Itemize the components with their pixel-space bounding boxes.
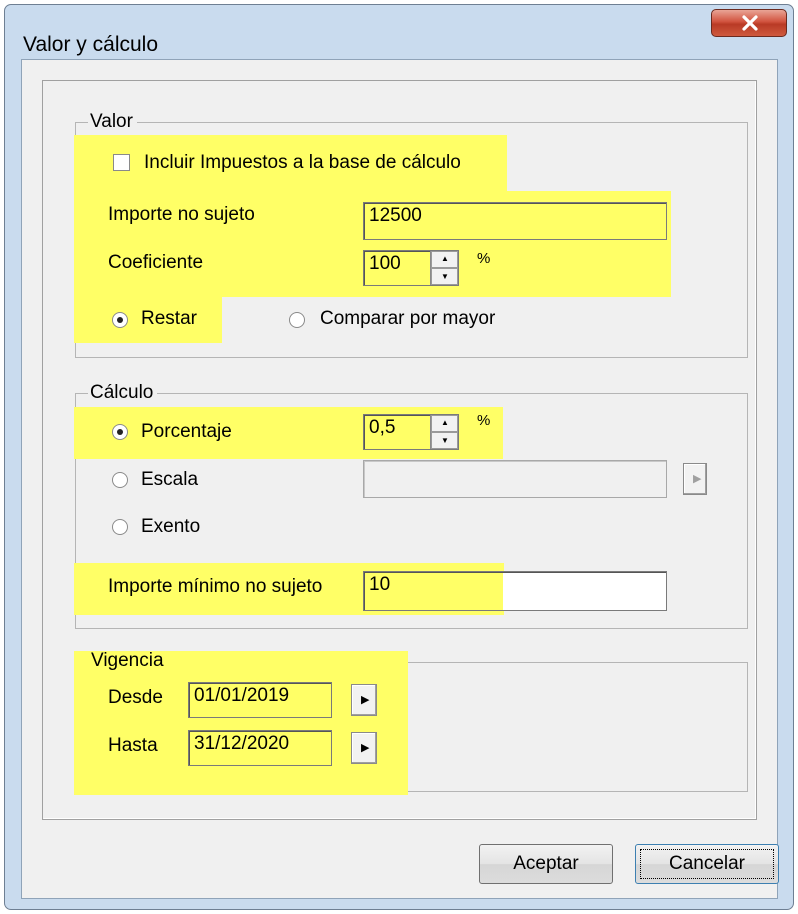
comparar-label: Comparar por mayor — [320, 308, 496, 329]
spin-down-icon: ▼ — [441, 436, 449, 445]
porcentaje-label: Porcentaje — [141, 421, 232, 442]
coeficiente-label: Coeficiente — [108, 252, 204, 273]
spin-down-icon: ▼ — [441, 272, 449, 281]
spin-up-icon: ▲ — [441, 254, 449, 263]
hasta-picker-button[interactable]: ▶ — [351, 732, 377, 764]
close-icon — [742, 15, 758, 31]
triangle-right-icon: ▶ — [361, 742, 370, 754]
importe-no-sujeto-label: Importe no sujeto — [108, 204, 255, 225]
accept-button[interactable]: Aceptar — [479, 844, 613, 884]
valor-legend: Valor — [88, 111, 137, 133]
minimo-input[interactable]: 10 — [363, 571, 667, 611]
exento-label: Exento — [141, 516, 201, 537]
dialog-window: Valor y cálculo Valor Incluir Impuestos … — [4, 4, 794, 910]
cancel-label: Cancelar — [668, 853, 746, 874]
desde-input[interactable]: 01/01/2019 — [188, 682, 332, 718]
escala-picker-button[interactable]: ▶ — [683, 463, 707, 495]
close-button[interactable] — [711, 9, 787, 37]
coeficiente-spinner[interactable]: ▲ ▼ — [430, 251, 458, 285]
porcentaje-radio[interactable] — [112, 424, 128, 440]
dialog-client: Valor Incluir Impuestos a la base de cál… — [21, 59, 779, 899]
escala-radio[interactable] — [112, 472, 128, 488]
porcentaje-unit: % — [477, 412, 491, 429]
escala-input[interactable] — [363, 460, 667, 498]
highlight-vigencia — [74, 651, 408, 795]
coeficiente-unit: % — [477, 250, 491, 267]
desde-label: Desde — [108, 687, 163, 708]
include-taxes-checkbox[interactable] — [113, 154, 130, 171]
restar-label: Restar — [141, 308, 197, 329]
spin-down-button[interactable]: ▼ — [431, 432, 458, 449]
importe-no-sujeto-input[interactable]: 12500 — [363, 202, 667, 240]
minimo-value: 10 — [369, 574, 391, 595]
spin-up-button[interactable]: ▲ — [431, 415, 458, 432]
triangle-right-icon: ▶ — [693, 473, 702, 485]
spin-up-button[interactable]: ▲ — [431, 251, 458, 268]
porcentaje-spinner[interactable]: ▲ ▼ — [430, 415, 458, 449]
desde-picker-button[interactable]: ▶ — [351, 684, 377, 716]
restar-radio[interactable] — [112, 312, 128, 328]
hasta-label: Hasta — [108, 735, 158, 756]
vigencia-legend-overlay: Vigencia — [91, 650, 164, 671]
triangle-right-icon: ▶ — [361, 694, 370, 706]
calculo-legend: Cálculo — [88, 382, 158, 404]
escala-label: Escala — [141, 469, 199, 490]
exento-radio[interactable] — [112, 519, 128, 535]
spin-up-icon: ▲ — [441, 418, 449, 427]
minimo-label: Importe mínimo no sujeto — [108, 576, 323, 597]
include-taxes-label: Incluir Impuestos a la base de cálculo — [144, 152, 461, 173]
hasta-input[interactable]: 31/12/2020 — [188, 730, 332, 766]
comparar-radio[interactable] — [289, 312, 305, 328]
cancel-button[interactable]: Cancelar — [635, 844, 779, 884]
spin-down-button[interactable]: ▼ — [431, 268, 458, 285]
window-title: Valor y cálculo — [23, 33, 159, 56]
